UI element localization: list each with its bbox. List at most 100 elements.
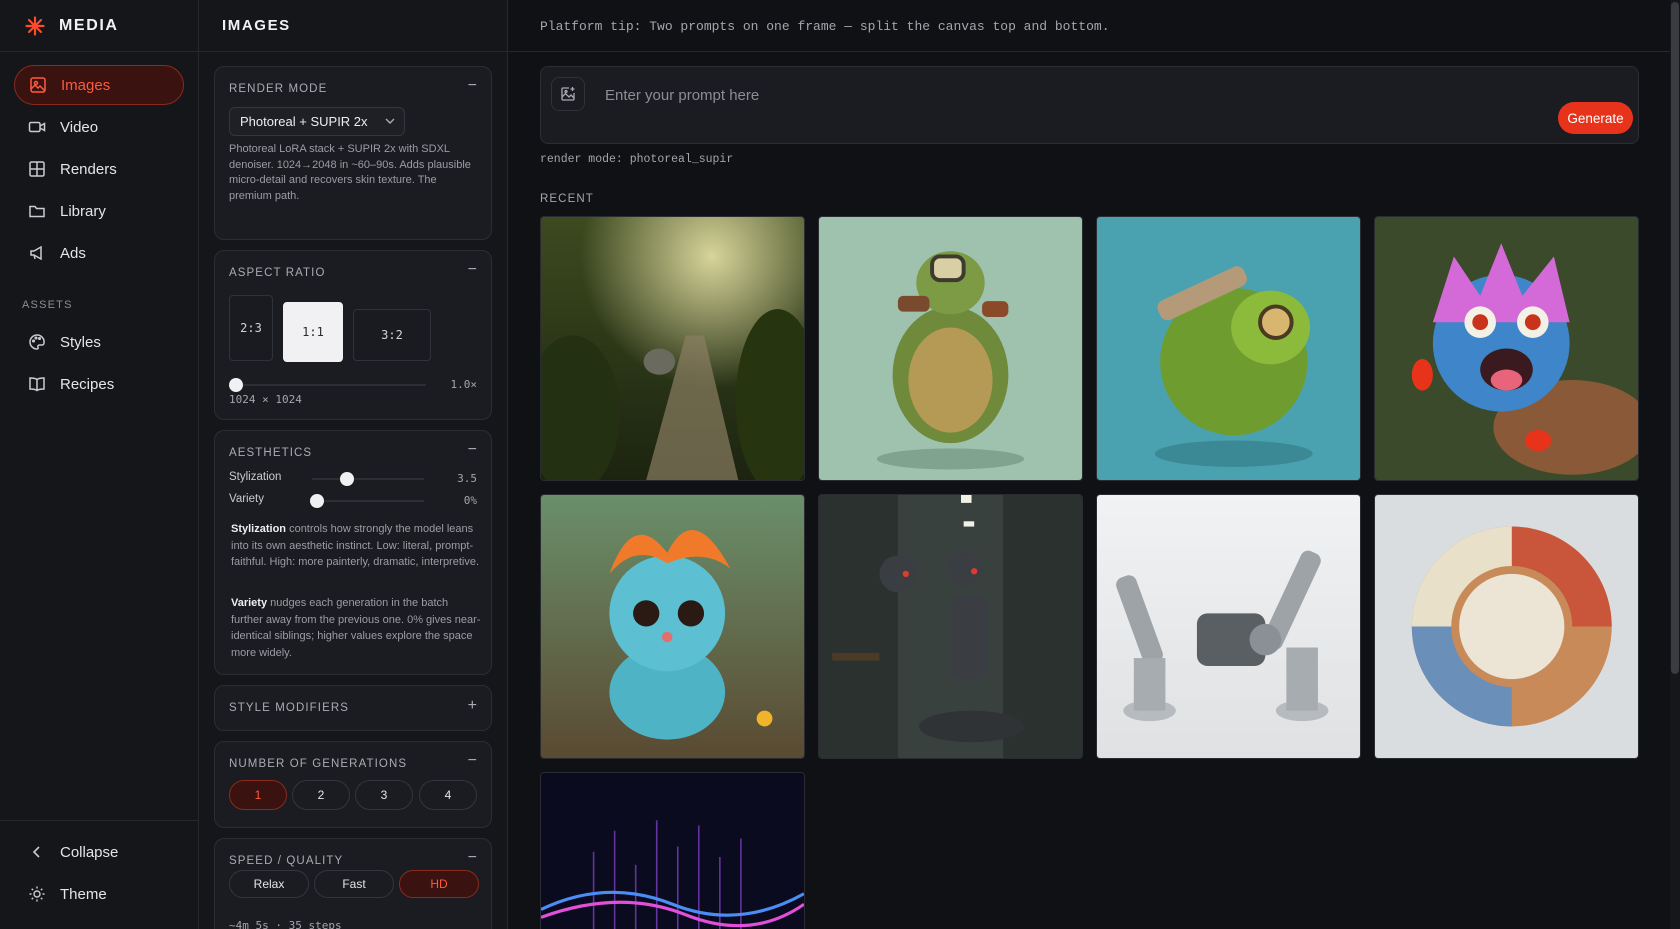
generations-option-1[interactable]: 1	[229, 780, 287, 810]
scale-value: 1.0×	[450, 378, 478, 391]
aesthetics-title: AESTHETICS	[229, 447, 313, 459]
assets-heading: ASSETS	[22, 299, 73, 311]
megaphone-icon	[30, 245, 42, 261]
generations-title: NUMBER OF GENERATIONS	[229, 758, 408, 770]
aesthetics-card: AESTHETICS − Stylization 3.5 Variety 0% …	[214, 430, 492, 675]
speed-quality-card: SPEED / QUALITY − Relax Fast HD ~4m 5s ·…	[214, 838, 492, 929]
add-image-icon	[561, 87, 575, 101]
render-mode-collapse-button[interactable]: −	[468, 77, 477, 95]
nav-item-label: Styles	[60, 333, 101, 351]
speed-estimate: ~4m 5s · 35 steps	[229, 919, 342, 929]
aspect-3-2-option[interactable]: 3:2	[353, 309, 431, 361]
aspect-ratio-title: ASPECT RATIO	[229, 267, 326, 279]
style-modifiers-card[interactable]: STYLE MODIFIERS +	[214, 685, 492, 731]
variety-label: Variety	[229, 493, 264, 505]
aspect-1-1-option[interactable]: 1:1	[283, 302, 343, 362]
generate-button[interactable]: Generate	[1558, 102, 1633, 134]
green-turtle-creature-image[interactable]	[1096, 216, 1361, 481]
speed-relax-option[interactable]: Relax	[229, 870, 309, 898]
variety-term: Variety	[231, 597, 268, 609]
render-mode-value: Photoreal + SUPIR 2x	[240, 114, 368, 129]
scale-slider-handle[interactable]	[229, 378, 243, 392]
render-mode-note: render mode: photoreal_supir	[540, 153, 734, 166]
stylization-value: 3.5	[457, 472, 477, 485]
chevron-down-icon	[385, 118, 395, 124]
dimensions-readout: 1024 × 1024	[229, 393, 302, 406]
render-mode-description: Photoreal LoRA stack + SUPIR 2x with SDX…	[229, 143, 471, 202]
aspect-ratio-card: ASPECT RATIO − 2:3 1:1 3:2 1.0× 1024 × 1…	[214, 250, 492, 420]
folder-icon	[29, 205, 45, 218]
scale-slider-track[interactable]	[236, 384, 426, 386]
grid-icon	[29, 161, 45, 177]
style-modifiers-expand-button[interactable]: +	[468, 697, 477, 715]
robot-arms-motor-image[interactable]	[1096, 494, 1361, 759]
coral-ring-image[interactable]	[1374, 494, 1639, 759]
brand-name: MEDIA	[59, 16, 119, 34]
nav-item-video[interactable]: Video	[14, 107, 184, 147]
book-icon	[29, 377, 45, 392]
nav-item-label: Recipes	[60, 375, 115, 393]
nav-item-label: Ads	[60, 244, 86, 262]
nav-item-label: Library	[60, 202, 106, 220]
palette-icon	[29, 334, 45, 350]
brand: MEDIA	[0, 0, 198, 52]
collapse-label: Collapse	[60, 843, 119, 861]
aspect-ratio-collapse-button[interactable]: −	[468, 261, 477, 279]
panel-title: IMAGES	[199, 0, 507, 52]
nav-item-label: Images	[61, 76, 111, 94]
feathered-monster-image[interactable]	[1374, 216, 1639, 481]
speed-fast-option[interactable]: Fast	[314, 870, 394, 898]
render-mode-title: RENDER MODE	[229, 83, 328, 95]
settings-panel: IMAGES RENDER MODE − Photoreal + SUPIR 2…	[199, 0, 508, 929]
render-mode-card: RENDER MODE − Photoreal + SUPIR 2x Photo…	[214, 66, 492, 240]
generations-collapse-button[interactable]: −	[468, 752, 477, 770]
brand-logo-icon	[25, 15, 45, 36]
generations-option-3[interactable]: 3	[355, 780, 413, 810]
generations-option-4[interactable]: 4	[419, 780, 477, 810]
prompt-composer: Generate	[540, 66, 1639, 144]
turtle-character-image[interactable]	[818, 216, 1083, 481]
nav-item-label: Renders	[60, 160, 117, 178]
nav-item-images[interactable]: Images	[14, 65, 184, 105]
theme-button[interactable]: Theme	[14, 874, 184, 914]
attach-image-button[interactable]	[551, 77, 585, 111]
nav-item-recipes[interactable]: Recipes	[14, 364, 184, 404]
sun-icon	[29, 886, 45, 902]
scrollbar-thumb[interactable]	[1671, 2, 1679, 674]
nav-item-ads[interactable]: Ads	[14, 233, 184, 273]
nav-item-library[interactable]: Library	[14, 191, 184, 231]
nav-footer	[0, 820, 199, 821]
nav-item-label: Video	[60, 118, 99, 136]
robots-corridor-image[interactable]	[818, 494, 1083, 759]
generations-card: NUMBER OF GENERATIONS − 1 2 3 4	[214, 741, 492, 828]
sound-wave-image[interactable]	[540, 772, 805, 929]
stylization-slider-handle[interactable]	[340, 472, 354, 486]
collapse-button[interactable]: Collapse	[14, 832, 184, 872]
variety-slider-handle[interactable]	[310, 494, 324, 508]
stylization-term: Stylization	[231, 523, 287, 535]
prompt-input[interactable]	[605, 83, 1465, 107]
stylization-help: Stylization controls how strongly the mo…	[231, 521, 481, 571]
sidebar-nav: MEDIA Images Video Renders Library Ads A…	[0, 0, 199, 929]
speed-quality-collapse-button[interactable]: −	[468, 849, 477, 867]
variety-slider-track[interactable]	[312, 500, 424, 502]
stylization-label: Stylization	[229, 471, 282, 483]
nav-item-styles[interactable]: Styles	[14, 322, 184, 362]
nav-item-renders[interactable]: Renders	[14, 149, 184, 189]
image-icon	[30, 77, 46, 93]
blue-furry-creature-image[interactable]	[540, 494, 805, 759]
style-modifiers-title: STYLE MODIFIERS	[229, 702, 350, 714]
main-content: Platform tip: Two prompts on one frame —…	[508, 0, 1670, 929]
stylization-slider-track[interactable]	[312, 478, 424, 480]
forest-elephant-image[interactable]	[540, 216, 805, 481]
aesthetics-collapse-button[interactable]: −	[468, 441, 477, 459]
generations-option-2[interactable]: 2	[292, 780, 350, 810]
recent-heading: RECENT	[540, 193, 594, 205]
speed-hd-option[interactable]: HD	[399, 870, 479, 898]
aspect-2-3-option[interactable]: 2:3	[229, 295, 273, 361]
header-divider	[508, 51, 1670, 52]
platform-tip: Platform tip: Two prompts on one frame —…	[540, 19, 1110, 34]
chevron-left-icon	[32, 846, 40, 858]
render-mode-select[interactable]: Photoreal + SUPIR 2x	[229, 107, 405, 136]
theme-label: Theme	[60, 885, 107, 903]
